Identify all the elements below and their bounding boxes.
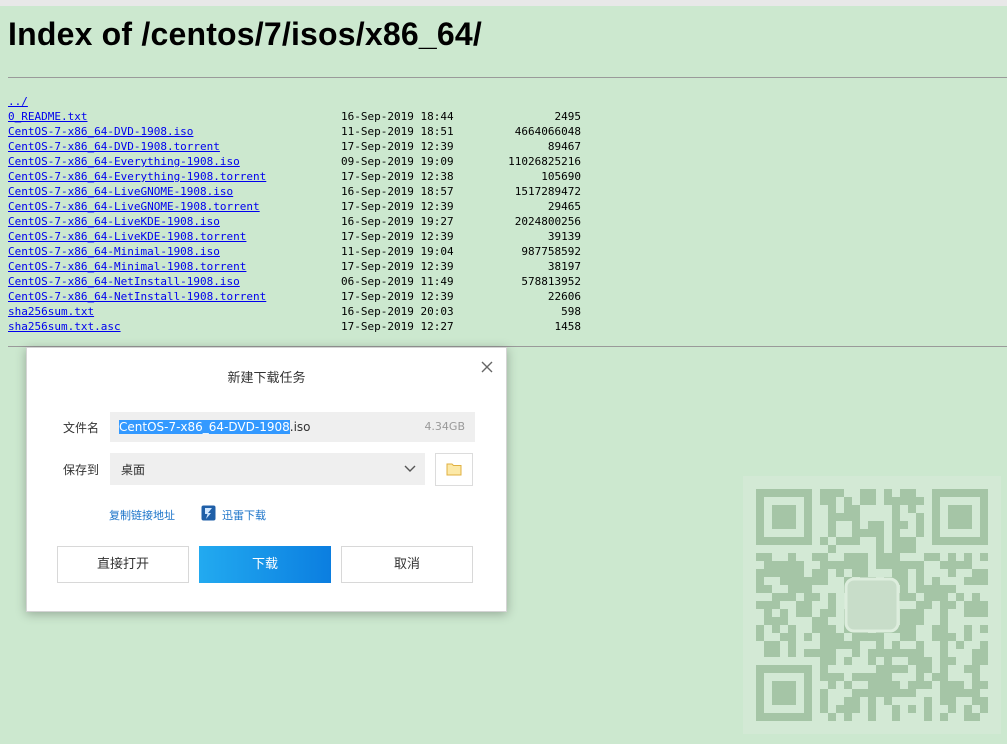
file-date: 17-Sep-2019 12:39 <box>341 140 454 153</box>
new-download-dialog: 新建下载任务 文件名 CentOS-7-x86_64-DVD-1908.iso … <box>26 347 507 612</box>
cancel-button[interactable]: 取消 <box>341 546 473 583</box>
browse-folder-button[interactable] <box>435 453 473 486</box>
dialog-title: 新建下载任务 <box>227 371 306 386</box>
file-size-cell: 11026825216 <box>508 155 581 168</box>
file-size-cell: 987758592 <box>521 245 581 258</box>
file-date: 16-Sep-2019 20:03 <box>341 305 454 318</box>
file-date: 16-Sep-2019 18:57 <box>341 185 454 198</box>
file-size-cell: 2024800256 <box>514 215 581 228</box>
list-item: ../ <box>8 94 608 109</box>
file-date: 06-Sep-2019 11:49 <box>341 275 454 288</box>
file-date: 17-Sep-2019 12:39 <box>341 230 454 243</box>
list-item: CentOS-7-x86_64-Minimal-1908.iso 11-Sep-2… <box>8 244 608 259</box>
file-listing: ../0_README.txt 16-Sep-2019 18:44 2495 Cent… <box>8 94 608 334</box>
file-link[interactable]: sha256sum.txt <box>8 304 94 319</box>
list-item: CentOS-7-x86_64-LiveGNOME-1908.iso 16-Sep… <box>8 184 608 199</box>
file-link[interactable]: sha256sum.txt.asc <box>8 319 121 334</box>
file-date: 17-Sep-2019 12:38 <box>341 170 454 183</box>
file-size-cell: 29465 <box>547 200 581 213</box>
divider-top <box>8 77 1007 78</box>
filename-extension: .iso <box>289 420 311 434</box>
file-size: 4.34GB <box>424 420 465 433</box>
list-item: sha256sum.txt.asc 17-Sep-2019 12:27 1458 <box>8 319 608 334</box>
saveto-label: 保存到 <box>63 463 100 477</box>
filename-selection: CentOS-7-x86_64-DVD-1908 <box>119 420 290 434</box>
list-item: CentOS-7-x86_64-DVD-1908.torrent 17-Sep-2… <box>8 139 608 154</box>
file-link[interactable]: CentOS-7-x86_64-Minimal-1908.iso <box>8 244 220 259</box>
file-link[interactable]: CentOS-7-x86_64-NetInstall-1908.iso <box>8 274 240 289</box>
list-item: CentOS-7-x86_64-Everything-1908.torrent 1… <box>8 169 608 184</box>
page-title: Index of /centos/7/isos/x86_64/ <box>8 16 482 52</box>
file-size-cell: 1517289472 <box>514 185 581 198</box>
file-size-cell: 38197 <box>547 260 581 273</box>
file-date: 17-Sep-2019 12:39 <box>341 200 454 213</box>
file-link[interactable]: CentOS-7-x86_64-DVD-1908.torrent <box>8 139 220 154</box>
list-item: CentOS-7-x86_64-LiveGNOME-1908.torrent 17… <box>8 199 608 214</box>
file-size-cell: 89467 <box>547 140 581 153</box>
file-link[interactable]: 0_README.txt <box>8 109 87 124</box>
file-size-cell: 39139 <box>547 230 581 243</box>
file-date: 17-Sep-2019 12:39 <box>341 260 454 273</box>
file-link[interactable]: CentOS-7-x86_64-LiveKDE-1908.torrent <box>8 229 246 244</box>
file-link[interactable]: CentOS-7-x86_64-NetInstall-1908.torrent <box>8 289 266 304</box>
saveto-value: 桌面 <box>121 463 146 477</box>
saveto-select[interactable]: 桌面 <box>110 453 425 485</box>
file-date: 17-Sep-2019 12:39 <box>341 290 454 303</box>
copy-link-button[interactable]: 复制链接地址 <box>109 507 175 523</box>
file-size-cell: 2495 <box>554 110 582 123</box>
file-date: 17-Sep-2019 12:27 <box>341 320 454 333</box>
file-size-cell: 578813952 <box>521 275 581 288</box>
list-item: 0_README.txt 16-Sep-2019 18:44 2495 <box>8 109 608 124</box>
file-date: 11-Sep-2019 19:04 <box>341 245 454 258</box>
list-item: CentOS-7-x86_64-LiveKDE-1908.torrent 17-S… <box>8 229 608 244</box>
file-link[interactable]: CentOS-7-x86_64-LiveGNOME-1908.iso <box>8 184 233 199</box>
file-size-cell: 4664066048 <box>514 125 581 138</box>
chevron-down-icon <box>404 465 416 472</box>
file-link[interactable]: CentOS-7-x86_64-Everything-1908.torrent <box>8 169 266 184</box>
file-size-cell: 22606 <box>547 290 581 303</box>
file-date: 16-Sep-2019 18:44 <box>341 110 454 123</box>
file-link[interactable]: CentOS-7-x86_64-LiveKDE-1908.iso <box>8 214 220 229</box>
file-size-cell: 105690 <box>541 170 581 183</box>
file-date: 11-Sep-2019 18:51 <box>341 125 454 138</box>
list-item: CentOS-7-x86_64-LiveKDE-1908.iso 16-Sep-2… <box>8 214 608 229</box>
file-size-cell: 598 <box>561 305 581 318</box>
list-item: CentOS-7-x86_64-Minimal-1908.torrent 17-S… <box>8 259 608 274</box>
file-link[interactable]: CentOS-7-x86_64-LiveGNOME-1908.torrent <box>8 199 260 214</box>
top-strip <box>0 0 1007 6</box>
download-button[interactable]: 下载 <box>199 546 331 583</box>
file-link[interactable]: ../ <box>8 94 28 109</box>
file-link[interactable]: CentOS-7-x86_64-Minimal-1908.torrent <box>8 259 246 274</box>
filename-input[interactable]: CentOS-7-x86_64-DVD-1908.iso 4.34GB <box>110 412 475 442</box>
folder-icon <box>446 463 462 476</box>
file-date: 16-Sep-2019 19:27 <box>341 215 454 228</box>
file-link[interactable]: CentOS-7-x86_64-Everything-1908.iso <box>8 154 240 169</box>
file-date: 09-Sep-2019 19:09 <box>341 155 454 168</box>
file-size-cell: 1458 <box>554 320 582 333</box>
qr-code-image <box>743 476 1001 734</box>
open-directly-button[interactable]: 直接打开 <box>57 546 189 583</box>
thunder-icon <box>201 505 216 521</box>
list-item: CentOS-7-x86_64-Everything-1908.iso 09-Se… <box>8 154 608 169</box>
list-item: CentOS-7-x86_64-DVD-1908.iso 11-Sep-2019 … <box>8 124 608 139</box>
thunder-download-button[interactable]: 迅雷下载 <box>222 507 266 523</box>
file-link[interactable]: CentOS-7-x86_64-DVD-1908.iso <box>8 124 193 139</box>
filename-label: 文件名 <box>63 421 100 435</box>
list-item: sha256sum.txt 16-Sep-2019 20:03 598 <box>8 304 608 319</box>
list-item: CentOS-7-x86_64-NetInstall-1908.iso 06-Se… <box>8 274 608 289</box>
close-icon[interactable] <box>476 356 498 378</box>
list-item: CentOS-7-x86_64-NetInstall-1908.torrent 1… <box>8 289 608 304</box>
